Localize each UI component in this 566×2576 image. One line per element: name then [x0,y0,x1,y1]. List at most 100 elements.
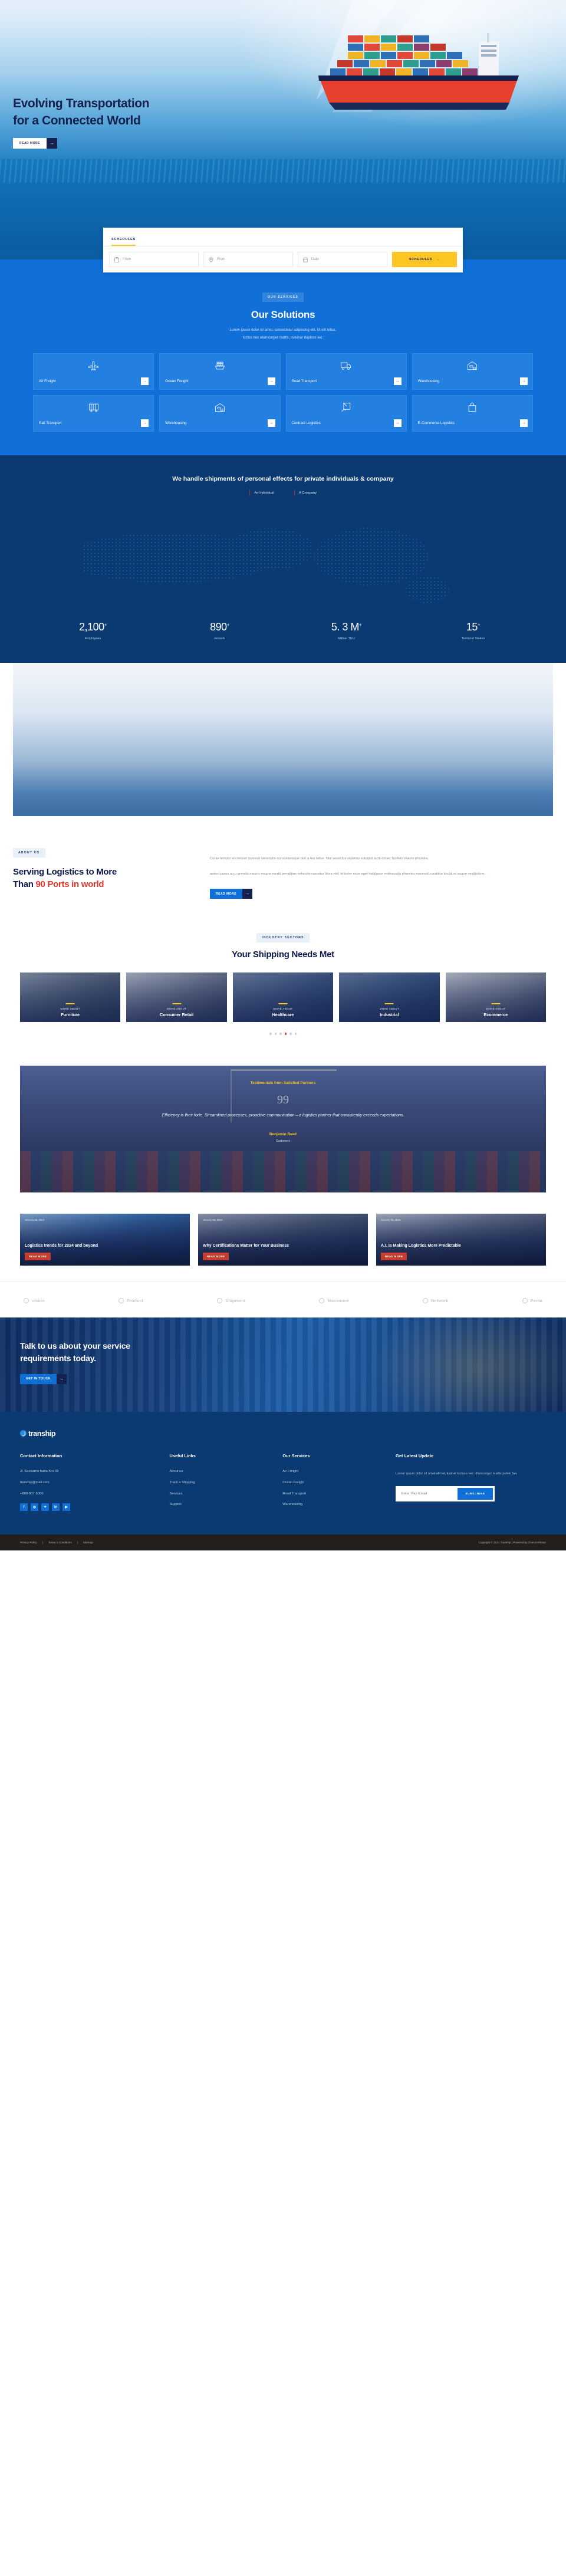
solution-card-contract-logistics[interactable]: Contract Logistics → [285,395,407,432]
linkedin-icon[interactable]: in [52,1503,60,1512]
partner-mark-icon [422,1297,428,1303]
about-section: ABOUT US Serving Logistics to More Than … [0,816,566,926]
newsletter-subscribe-button[interactable]: SUBSCRIBE [458,1488,493,1500]
facebook-icon[interactable]: f [20,1503,28,1512]
partner-logo-network: Network [422,1297,448,1303]
solution-card-warehousing[interactable]: Warehousing → [412,353,533,390]
solution-card-warehousing-2[interactable]: Warehousing → [159,395,281,432]
industry-card-more-label: MORE ABOUT [273,1007,293,1011]
solution-card-ocean-freight[interactable]: Ocean Freight → [159,353,281,390]
world-map-dots [83,509,483,616]
twitter-icon[interactable]: ✦ [41,1503,49,1512]
toggle-an-individual[interactable]: An Individual [249,489,274,497]
footer-link-support[interactable]: Support [169,1503,273,1507]
solution-card-label: Ocean Freight [165,379,189,384]
footer-logo[interactable]: tranship [20,1430,546,1438]
industry-card-ecommerce[interactable]: MORE ABOUT Ecommerce [445,972,546,1023]
blog-card-read-more-button[interactable]: READ MORE [381,1252,407,1260]
cta-content: Talk to us about your service requiremen… [0,1317,566,1384]
copyright-text: Copyright © 2024 Tranship | Powered by O… [478,1541,546,1545]
newsletter-email-input[interactable] [397,1488,458,1500]
hero-read-more-button[interactable]: READ MORE → [13,137,58,149]
partner-name: Penta [530,1297,542,1303]
stat-value: 2,100+ [29,621,156,633]
industry-card-industrial[interactable]: MORE ABOUT Industrial [339,972,440,1023]
stat-number: 890 [210,621,227,633]
location-pin-icon [209,257,213,262]
footer-col-newsletter: Get Latest Update Lorem ipsum dolor sit … [396,1453,546,1514]
tab-schedules[interactable]: SCHEDULES [111,238,136,246]
carousel-dot[interactable] [274,1033,277,1035]
arrow-right-icon[interactable]: → [393,377,402,386]
from-field-placeholder: From [123,258,131,261]
train-icon [39,402,148,416]
solution-card-ecommerce-logistics[interactable]: E-Commerce Logistics → [412,395,533,432]
footer-link-air-freight[interactable]: Air Freight [282,1470,386,1474]
footer-link-about-us[interactable]: About us [169,1470,273,1474]
blog-card-2[interactable]: January 02, 2024 Why Certifications Matt… [198,1213,368,1266]
cta-button[interactable]: GET IN TOUCH → [20,1374,67,1384]
toggle-a-company[interactable]: A Company [294,489,317,497]
industry-card-healthcare[interactable]: MORE ABOUT Healthcare [232,972,334,1023]
carousel-dot-active[interactable] [284,1033,287,1035]
arrow-right-icon[interactable]: → [520,419,528,428]
youtube-icon[interactable]: ▶ [62,1503,70,1512]
solution-card-air-freight[interactable]: Air Freight → [33,353,154,390]
footer-link-road-transport[interactable]: Road Transport [282,1492,386,1496]
solutions-subtitle-line2: luctus nec ullamcorper mattis, pulvinar … [242,336,324,340]
blog-card-title: A.I. Is Making Logistics More Predictabl… [381,1243,461,1248]
footer-link-ocean-freight[interactable]: Ocean Freight [282,1481,386,1485]
from-field[interactable]: From [109,252,199,267]
partner-name: Shipment [225,1297,246,1303]
stat-number: 15 [466,621,478,633]
carousel-dots [0,1033,566,1035]
blog-grid: January 02, 2024 Logistics trends for 20… [0,1213,566,1266]
solution-card-label: Warehousing [165,421,187,426]
footer-link-services[interactable]: Services [169,1492,273,1496]
blog-card-1[interactable]: January 02, 2024 Logistics trends for 20… [20,1213,190,1266]
footer-link-warehousing[interactable]: Warehousing [282,1503,386,1507]
industry-card-more-label: MORE ABOUT [486,1007,506,1011]
carousel-dot[interactable] [279,1033,282,1035]
ship-icon [165,360,274,374]
blog-card-3[interactable]: January 02, 2024 A.I. Is Making Logistic… [376,1213,546,1266]
solution-card-rail-transport[interactable]: Rail Transport → [33,395,154,432]
footer-link-sitemap[interactable]: Sitemap [83,1541,93,1544]
blog-card-read-more-button[interactable]: READ MORE [203,1252,229,1260]
carousel-dot[interactable] [269,1033,272,1035]
footer-link-track-a-shipping[interactable]: Track a Shipping [169,1481,273,1485]
feature-panel-base [13,810,553,817]
instagram-icon[interactable]: ◎ [31,1503,38,1512]
solutions-grid: Air Freight → Ocean Freight → Road Trans… [29,353,537,432]
newsletter-form: SUBSCRIBE [396,1486,495,1502]
about-read-more-button[interactable]: READ MORE → [210,889,253,899]
carousel-dot[interactable] [289,1033,292,1035]
footer-link-privacy-policy[interactable]: Privacy Policy [20,1541,37,1544]
warehouse-icon [418,360,527,374]
carousel-dot[interactable] [294,1033,297,1035]
solution-card-road-transport[interactable]: Road Transport → [285,353,407,390]
date-field[interactable]: Date [298,252,387,267]
industry-grid: MORE ABOUT Furniture MORE ABOUT Consumer… [0,972,566,1023]
solution-card-label: Road Transport [291,379,317,384]
search-tab-row: SCHEDULES [103,228,463,247]
testimonial-author-role: Customers [275,1139,291,1144]
arrow-right-icon[interactable]: → [393,419,402,428]
to-field[interactable]: From [203,252,293,267]
arrow-right-icon[interactable]: → [141,419,149,428]
separator: | [42,1541,43,1545]
stat-suffix: + [358,622,362,628]
feature-image-panel [13,663,553,811]
industry-card-consumer-retail[interactable]: MORE ABOUT Consumer Retail [126,972,227,1023]
page-root: Schedules Tracking Contact Us [0,0,566,1551]
industry-card-furniture[interactable]: MORE ABOUT Furniture [20,972,121,1023]
arrow-right-icon[interactable]: → [141,377,149,386]
arrow-right-icon[interactable]: → [520,377,528,386]
partner-name: Product [126,1297,144,1303]
arrow-right-icon[interactable]: → [267,419,275,428]
quote-mark-icon: 99 [277,1093,289,1106]
blog-card-read-more-button[interactable]: READ MORE [25,1252,51,1260]
footer-link-terms-conditions[interactable]: Terms & Conditions [48,1541,72,1544]
schedules-submit-button[interactable]: SCHEDULES → [392,252,457,267]
arrow-right-icon[interactable]: → [267,377,275,386]
